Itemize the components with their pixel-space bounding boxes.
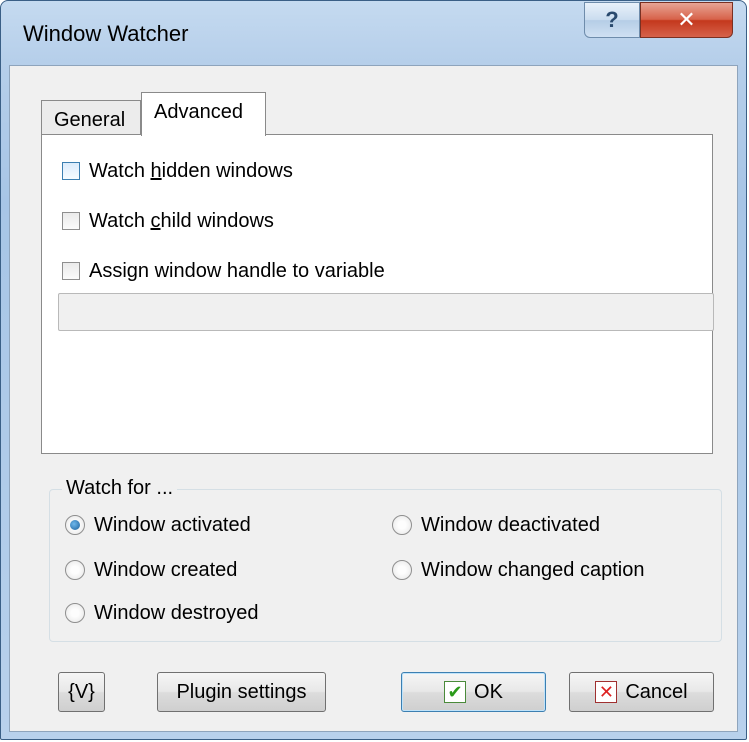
radio-label: Window destroyed (94, 601, 259, 624)
cancel-label: Cancel (625, 680, 688, 703)
title-bar[interactable]: Window Watcher ? ✕ (1, 1, 746, 65)
radio-label: Window changed caption (421, 558, 645, 581)
radio-label: Window deactivated (421, 513, 600, 536)
radio-button[interactable] (65, 515, 85, 535)
plugin-settings-button[interactable]: Plugin settings (157, 672, 326, 712)
checkbox-box[interactable] (62, 212, 80, 230)
tab-general-label: General (54, 109, 126, 131)
assign-handle-label: Assign window handle to variable (89, 259, 385, 282)
radio-window-created[interactable]: Window created (65, 558, 237, 582)
x-icon: ✕ (595, 681, 618, 703)
advanced-tab-panel: Watch hidden windows Watch child windows… (41, 134, 714, 454)
ok-button[interactable]: ✔ OK (401, 672, 546, 712)
variable-button[interactable]: {V} (58, 672, 105, 712)
ok-label: OK (474, 680, 503, 703)
tab-advanced-label: Advanced (154, 101, 243, 123)
close-icon: ✕ (677, 7, 696, 32)
assign-handle-checkbox[interactable]: Assign window handle to variable (62, 259, 385, 283)
watch-for-legend: Watch for ... (62, 477, 178, 500)
variable-button-label: {V} (68, 680, 95, 703)
radio-window-activated[interactable]: Window activated (65, 513, 251, 537)
watch-child-windows-checkbox[interactable]: Watch child windows (62, 209, 274, 233)
radio-window-destroyed[interactable]: Window destroyed (65, 601, 259, 625)
tab-general[interactable]: General (41, 100, 141, 136)
tab-advanced[interactable]: Advanced (141, 92, 266, 136)
radio-label: Window created (94, 558, 238, 581)
radio-button[interactable] (392, 515, 412, 535)
radio-window-changed-caption[interactable]: Window changed caption (392, 558, 644, 582)
help-button[interactable]: ? (584, 2, 640, 38)
radio-button[interactable] (65, 603, 85, 623)
radio-label: Window activated (94, 513, 251, 536)
watch-child-windows-label: Watch child windows (89, 209, 274, 232)
radio-button[interactable] (65, 560, 85, 580)
radio-button[interactable] (392, 560, 412, 580)
dialog-window: Window Watcher ? ✕ General Advanced Watc… (0, 0, 747, 740)
checkbox-box[interactable] (62, 262, 80, 280)
checkbox-box[interactable] (62, 162, 80, 180)
close-button[interactable]: ✕ (640, 2, 733, 38)
plugin-settings-label: Plugin settings (176, 680, 307, 703)
variable-name-input[interactable] (58, 293, 714, 331)
help-icon: ? (605, 7, 619, 32)
watch-hidden-windows-label: Watch hidden windows (89, 159, 293, 182)
check-icon: ✔ (444, 681, 467, 703)
window-title: Window Watcher (23, 21, 189, 46)
cancel-button[interactable]: ✕ Cancel (569, 672, 714, 712)
radio-window-deactivated[interactable]: Window deactivated (392, 513, 600, 537)
dialog-client-area: General Advanced Watch hidden windows Wa… (9, 65, 738, 732)
watch-hidden-windows-checkbox[interactable]: Watch hidden windows (62, 159, 293, 183)
